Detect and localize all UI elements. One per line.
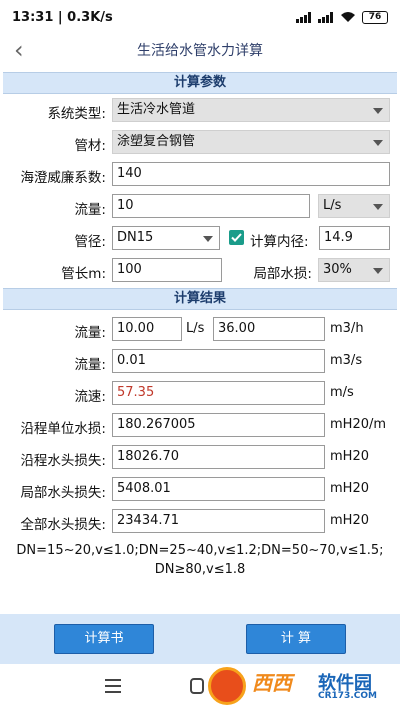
- result-flow-m3s-unit: m3/s: [330, 353, 363, 368]
- flow-unit-select[interactable]: L/s: [318, 194, 390, 218]
- hazen-input[interactable]: 140: [112, 162, 390, 186]
- title-bar: ‹ 生活给水管水力详算: [0, 34, 400, 66]
- total-head-value: 23434.71: [112, 509, 325, 533]
- signal-icon: [296, 11, 312, 23]
- watermark-url: CR173.COM: [318, 691, 377, 701]
- dropdown-caret-icon: [373, 268, 383, 274]
- system-type-value: 生活冷水管道: [117, 102, 196, 117]
- local-head-value: 5408.01: [112, 477, 325, 501]
- result-flow2-label: 流量:: [74, 357, 106, 373]
- local-head-unit: mH20: [330, 481, 369, 496]
- status-icons: 76: [296, 10, 388, 24]
- status-time: 13:31 | 0.3K/s: [12, 9, 113, 25]
- site-watermark: 西西 软件园 CR173.COM: [200, 663, 398, 709]
- material-label: 管材:: [74, 138, 106, 154]
- watermark-text1: 西西: [252, 671, 292, 695]
- length-label: 管长m:: [61, 266, 106, 282]
- velocity-note-line1: DN=15~20,v≤1.0;DN=25~40,v≤1.2;DN=50~70,v…: [16, 543, 384, 558]
- head-loss-label: 沿程水头损失:: [20, 453, 106, 469]
- flow-input[interactable]: 10: [112, 194, 310, 218]
- system-type-select[interactable]: 生活冷水管道: [112, 98, 390, 122]
- result-flow-label: 流量:: [74, 325, 106, 341]
- status-bar: 13:31 | 0.3K/s 76: [0, 0, 400, 34]
- back-icon[interactable]: ‹: [14, 36, 24, 64]
- material-select[interactable]: 涂塑复合钢管: [112, 130, 390, 154]
- flow-label: 流量:: [74, 202, 106, 218]
- signal2-icon: [318, 11, 334, 23]
- local-loss-label: 局部水损:: [253, 266, 312, 282]
- head-loss-unit: mH20: [330, 449, 369, 464]
- calculate-button[interactable]: 计 算: [246, 624, 346, 654]
- calc-inner-input[interactable]: 14.9: [319, 226, 390, 250]
- flow-unit-value: L/s: [323, 198, 342, 213]
- report-button[interactable]: 计算书: [54, 624, 154, 654]
- dropdown-caret-icon: [373, 204, 383, 210]
- velocity-label: 流速:: [74, 389, 106, 405]
- menu-icon[interactable]: [105, 679, 121, 697]
- dropdown-caret-icon: [203, 236, 213, 242]
- wifi-icon: [341, 12, 355, 22]
- page-title: 生活给水管水力详算: [137, 43, 263, 59]
- unit-loss-label: 沿程单位水损:: [20, 421, 106, 437]
- calc-inner-label: 计算内径:: [250, 234, 309, 250]
- total-head-label: 全部水头损失:: [20, 517, 106, 533]
- result-flow-m3s: 0.01: [112, 349, 325, 373]
- battery-icon: 76: [362, 10, 388, 24]
- diameter-label: 管径:: [74, 234, 106, 250]
- local-loss-select[interactable]: 30%: [318, 258, 390, 282]
- diameter-select[interactable]: DN15: [112, 226, 220, 250]
- velocity-note-line2: DN≥80,v≤1.8: [154, 562, 246, 577]
- check-icon: [231, 233, 242, 242]
- params-section-header: 计算参数: [3, 72, 397, 94]
- system-type-label: 系统类型:: [47, 106, 106, 122]
- material-value: 涂塑复合钢管: [117, 134, 196, 149]
- head-loss-value: 18026.70: [112, 445, 325, 469]
- dropdown-caret-icon: [373, 140, 383, 146]
- diameter-value: DN15: [117, 230, 154, 245]
- local-loss-value: 30%: [323, 262, 352, 277]
- local-head-label: 局部水头损失:: [20, 485, 106, 501]
- unit-loss-value: 180.267005: [112, 413, 325, 437]
- results-section-header: 计算结果: [3, 288, 397, 310]
- result-flow-ls: 10.00: [112, 317, 182, 341]
- calc-inner-checkbox[interactable]: [229, 230, 244, 245]
- unit-loss-unit: mH20/m: [330, 417, 387, 432]
- hazen-label: 海澄威廉系数:: [20, 170, 106, 186]
- total-head-unit: mH20: [330, 513, 369, 528]
- velocity-value: 57.35: [112, 381, 325, 405]
- result-flow-m3h-unit: m3/h: [330, 321, 364, 336]
- length-input[interactable]: 100: [112, 258, 222, 282]
- watermark-logo-icon: [208, 667, 246, 705]
- velocity-unit: m/s: [330, 385, 354, 400]
- dropdown-caret-icon: [373, 108, 383, 114]
- result-flow-ls-unit: L/s: [186, 321, 205, 336]
- result-flow-m3h: 36.00: [213, 317, 325, 341]
